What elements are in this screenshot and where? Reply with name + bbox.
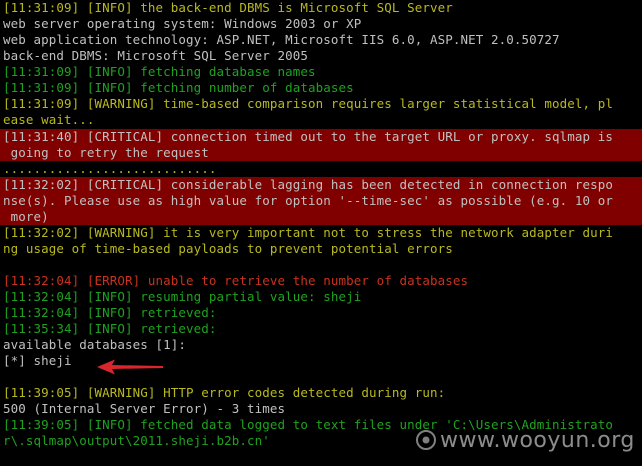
log-line: [11:32:04] [INFO] retrieved: — [3, 305, 217, 320]
log-line-critical: nse(s). Please use as high value for opt… — [0, 193, 642, 209]
log-line: 500 (Internal Server Error) - 3 times — [3, 401, 286, 416]
wooyun-logo-icon — [416, 430, 436, 450]
log-line: [11:35:34] [INFO] retrieved: — [3, 321, 217, 336]
watermark: www.wooyun.org — [440, 428, 635, 453]
log-line: [11:32:04] [INFO] resuming partial value… — [3, 289, 362, 304]
log-line: [11:32:02] [WARNING] it is very importan… — [3, 225, 614, 240]
log-line: r\.sqlmap\output\2011.sheji.b2b.cn' — [3, 433, 270, 448]
log-line: ease wait... — [3, 112, 95, 127]
log-line-critical: [11:32:02] [CRITICAL] considerable laggi… — [0, 177, 642, 193]
log-line: [11:31:09] [WARNING] time-based comparis… — [3, 96, 614, 111]
log-line-critical: going to retry the request — [0, 145, 642, 161]
terminal-window[interactable]: [11:31:09] [INFO] the back-end DBMS is M… — [0, 0, 642, 466]
log-line: [11:31:09] [INFO] fetching number of dat… — [3, 80, 354, 95]
log-line: [11:31:09] [INFO] fetching database name… — [3, 64, 316, 79]
log-line: ng usage of time-based payloads to preve… — [3, 241, 453, 256]
log-line: available databases [1]: — [3, 337, 187, 352]
log-line-critical: [11:31:40] [CRITICAL] connection timed o… — [0, 129, 642, 145]
red-arrow-icon — [97, 359, 163, 375]
log-line-error: [11:32:04] [ERROR] unable to retrieve th… — [3, 273, 469, 288]
log-line: back-end DBMS: Microsoft SQL Server 2005 — [3, 48, 309, 63]
log-line: web server operating system: Windows 200… — [3, 16, 362, 31]
log-line: [11:31:09] [INFO] the back-end DBMS is M… — [3, 0, 453, 15]
log-line: [11:39:05] [WARNING] HTTP error codes de… — [3, 385, 446, 400]
log-line: web application technology: ASP.NET, Mic… — [3, 32, 560, 47]
log-line-critical: more) — [0, 209, 642, 225]
progress-dots: ............................ — [3, 161, 217, 176]
database-entry: [*] sheji — [3, 353, 72, 368]
